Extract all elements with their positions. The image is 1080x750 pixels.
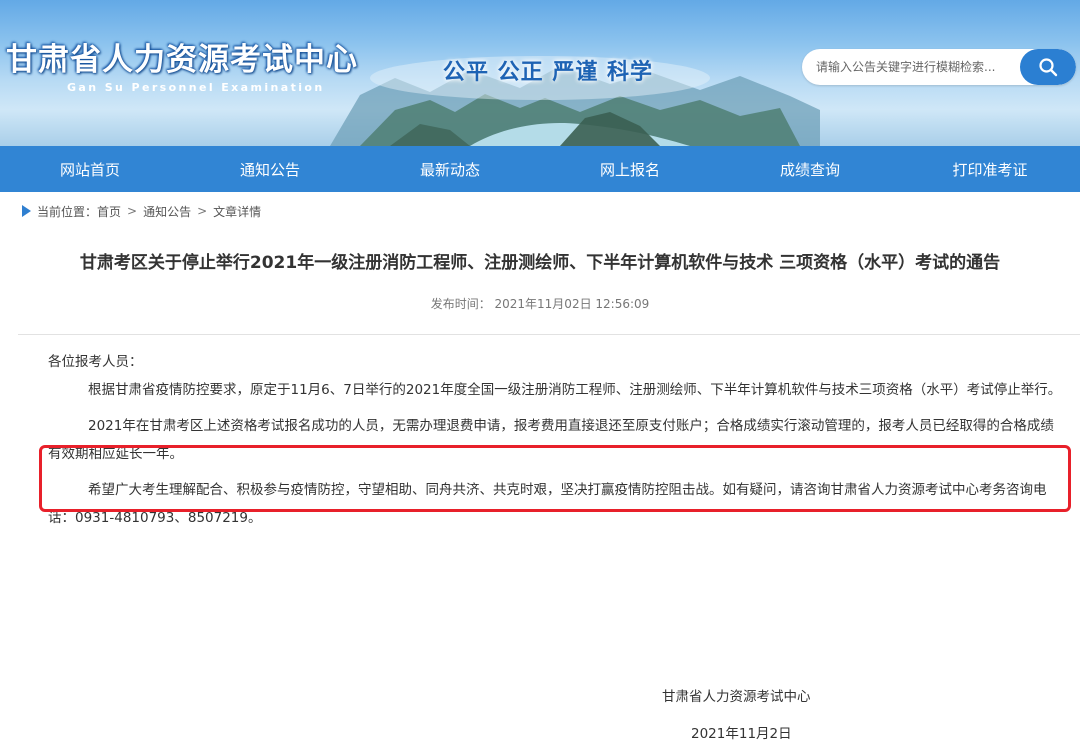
article-paragraph-highlighted: 2021年在甘肃考区上述资格考试报名成功的人员，无需办理退费申请，报考费用直接退… bbox=[48, 418, 1054, 462]
signature-organization: 甘肃省人力资源考试中心 bbox=[662, 689, 811, 705]
breadcrumb: 当前位置： 首页 > 通知公告 > 文章详情 bbox=[22, 203, 261, 219]
site-slogan: 公平 公正 严谨 科学 bbox=[443, 59, 653, 85]
site-title: 甘肃省人力资源考试中心 bbox=[6, 42, 358, 78]
article-content: 各位报考人员： 根据甘肃省疫情防控要求，原定于11月6、7日举行的2021年度全… bbox=[48, 348, 1064, 532]
search-input[interactable] bbox=[802, 49, 1022, 85]
nav-item-online-registration[interactable]: 网上报名 bbox=[540, 146, 720, 192]
nav-item-print-admission-ticket[interactable]: 打印准考证 bbox=[900, 146, 1080, 192]
article-paragraph: 希望广大考生理解配合、积极参与疫情防控，守望相助、同舟共济、共克时艰，坚决打赢疫… bbox=[48, 482, 1047, 526]
article-title: 甘肃考区关于停止举行2021年一级注册消防工程师、注册测绘师、下半年计算机软件与… bbox=[79, 253, 1001, 273]
breadcrumb-separator: > bbox=[127, 204, 138, 218]
breadcrumb-home[interactable]: 首页 bbox=[97, 203, 121, 220]
site-subtitle: Gan Su Personnel Examination bbox=[67, 81, 325, 94]
article-paragraph: 根据甘肃省疫情防控要求，原定于11月6、7日举行的2021年度全国一级注册消防工… bbox=[88, 382, 1062, 398]
nav-item-news[interactable]: 最新动态 bbox=[360, 146, 540, 192]
article-greeting: 各位报考人员： bbox=[48, 354, 143, 370]
header-banner: 甘肃省人力资源考试中心 Gan Su Personnel Examination… bbox=[0, 0, 1080, 146]
main-nav: 网站首页 通知公告 最新动态 网上报名 成绩查询 打印准考证 bbox=[0, 146, 1080, 192]
breadcrumb-notices[interactable]: 通知公告 bbox=[143, 203, 191, 220]
search-button[interactable] bbox=[1020, 49, 1076, 85]
triangle-right-icon bbox=[22, 205, 31, 217]
nav-item-score-query[interactable]: 成绩查询 bbox=[720, 146, 900, 192]
breadcrumb-current: 文章详情 bbox=[213, 204, 262, 219]
publish-time: 发布时间： 2021年11月02日 12:56:09 bbox=[430, 297, 650, 311]
signature-date: 2021年11月2日 bbox=[691, 726, 792, 742]
nav-item-notices[interactable]: 通知公告 bbox=[180, 146, 360, 192]
search-box bbox=[802, 49, 1076, 85]
breadcrumb-separator: > bbox=[197, 204, 208, 218]
search-icon bbox=[1039, 58, 1058, 77]
breadcrumb-prefix: 当前位置： bbox=[37, 204, 98, 219]
divider bbox=[18, 334, 1080, 335]
nav-item-home[interactable]: 网站首页 bbox=[0, 146, 180, 192]
